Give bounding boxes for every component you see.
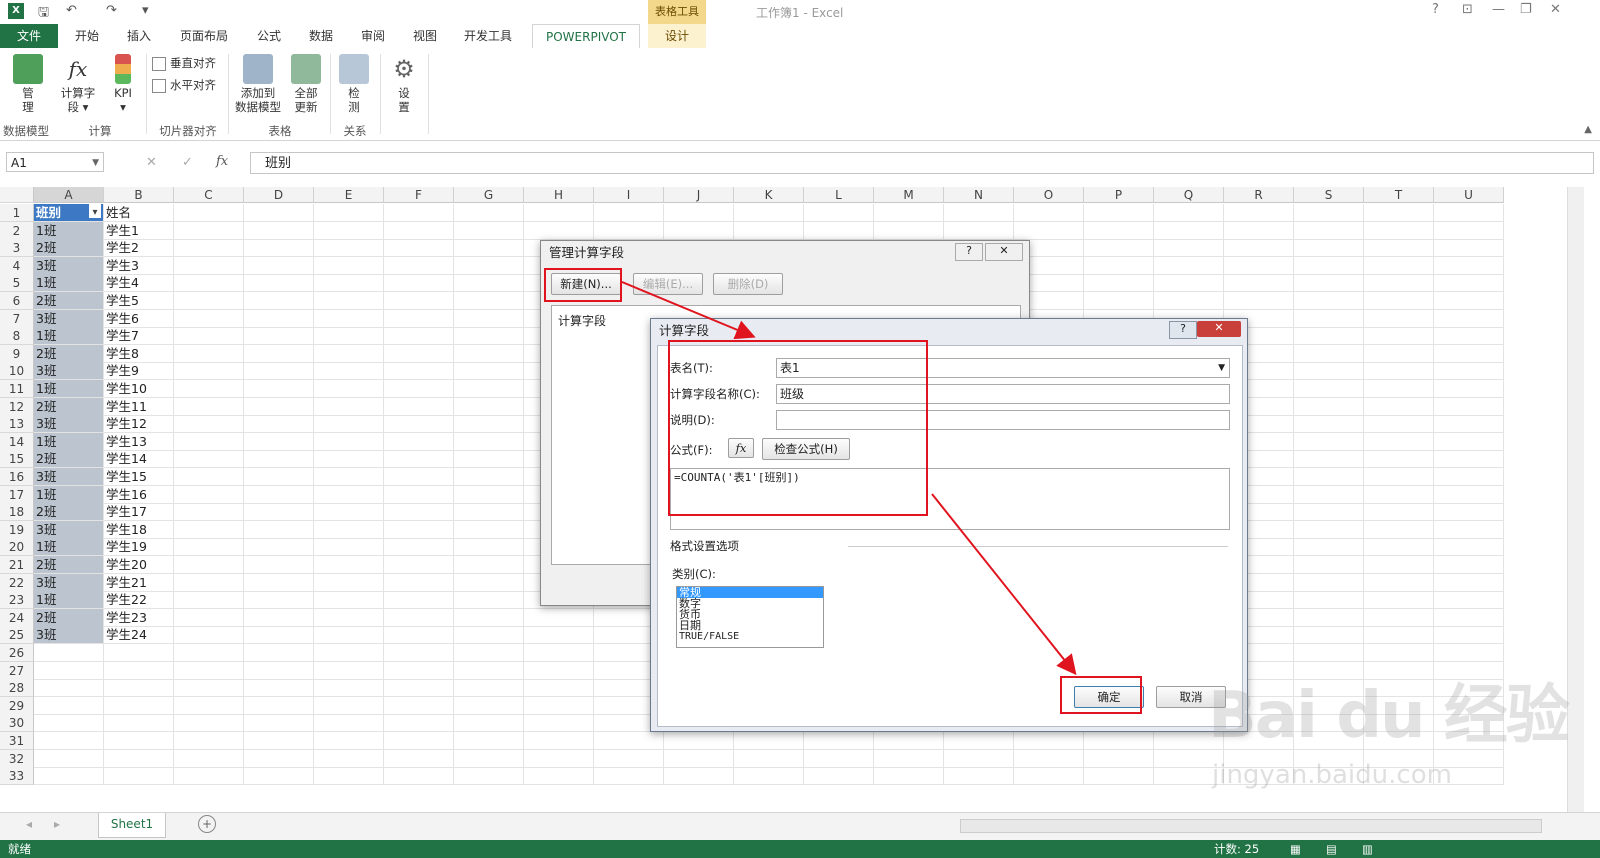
- arrow-fields-to-ok: [931, 493, 1077, 676]
- baidu-watermark-url: jingyan.baidu.com: [1212, 760, 1452, 790]
- baidu-watermark: Bai du 经验: [1208, 679, 1570, 753]
- arrow-new-to-dialog: [621, 281, 756, 340]
